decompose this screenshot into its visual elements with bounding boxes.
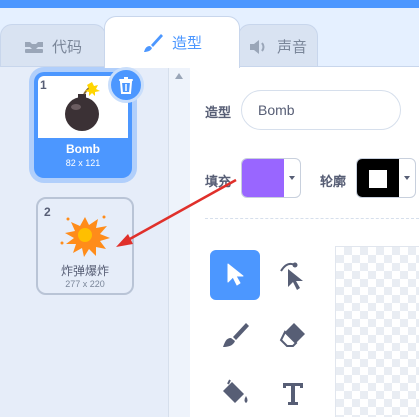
costume-list-scrollbar[interactable] bbox=[168, 66, 190, 417]
brush-tool[interactable] bbox=[210, 310, 260, 360]
fill-label: 填充 bbox=[205, 174, 232, 189]
tab-costumes-label: 造型 bbox=[171, 35, 202, 52]
fill-tool[interactable] bbox=[210, 368, 260, 417]
select-tool[interactable] bbox=[210, 250, 260, 300]
eraser-tool[interactable] bbox=[268, 310, 318, 360]
tab-sounds-label: 声音 bbox=[276, 39, 307, 56]
text-tool[interactable] bbox=[268, 368, 318, 417]
tab-code-label: 代码 bbox=[51, 39, 82, 56]
outline-label: 轮廓 bbox=[320, 174, 347, 189]
costume-name-input[interactable] bbox=[241, 90, 401, 130]
costume-number: 1 bbox=[40, 78, 47, 92]
costume-name-label: 造型 bbox=[205, 105, 232, 120]
costume-size: 277 x 220 bbox=[65, 279, 105, 289]
scroll-up-icon[interactable] bbox=[175, 73, 183, 79]
tab-bar: 代码 造型 声音 bbox=[0, 8, 419, 68]
fill-color-swatch bbox=[242, 159, 284, 197]
fill-color-picker[interactable] bbox=[241, 158, 301, 198]
text-icon bbox=[283, 383, 303, 405]
costume-name: Bomb bbox=[66, 142, 100, 156]
tab-sounds[interactable]: 声音 bbox=[238, 24, 318, 68]
chevron-down-icon bbox=[289, 176, 295, 180]
fill-icon bbox=[223, 379, 248, 403]
delete-costume-button[interactable] bbox=[108, 67, 144, 103]
top-menu-bar bbox=[0, 0, 419, 8]
eraser-icon bbox=[279, 323, 305, 347]
paint-canvas[interactable] bbox=[335, 246, 419, 417]
costume-size: 82 x 121 bbox=[65, 158, 101, 168]
code-icon bbox=[24, 41, 43, 53]
brush-icon bbox=[143, 33, 163, 52]
select-icon bbox=[227, 263, 244, 286]
tab-code[interactable]: 代码 bbox=[0, 24, 106, 68]
outline-inner bbox=[369, 170, 387, 188]
explosion-icon bbox=[60, 215, 110, 257]
reshape-icon bbox=[280, 262, 303, 290]
outline-color-picker[interactable] bbox=[356, 158, 416, 198]
costume-item-2[interactable]: 2 炸弹爆炸 277 x 220 bbox=[36, 197, 134, 295]
speaker-icon bbox=[249, 39, 265, 54]
costume-name: 炸弹爆炸 bbox=[60, 264, 109, 278]
tab-costumes[interactable]: 造型 bbox=[104, 16, 240, 68]
brush-icon bbox=[223, 323, 249, 347]
trash-icon bbox=[119, 77, 133, 94]
chevron-down-icon bbox=[404, 176, 410, 180]
divider bbox=[205, 218, 419, 219]
reshape-tool[interactable] bbox=[268, 250, 318, 300]
